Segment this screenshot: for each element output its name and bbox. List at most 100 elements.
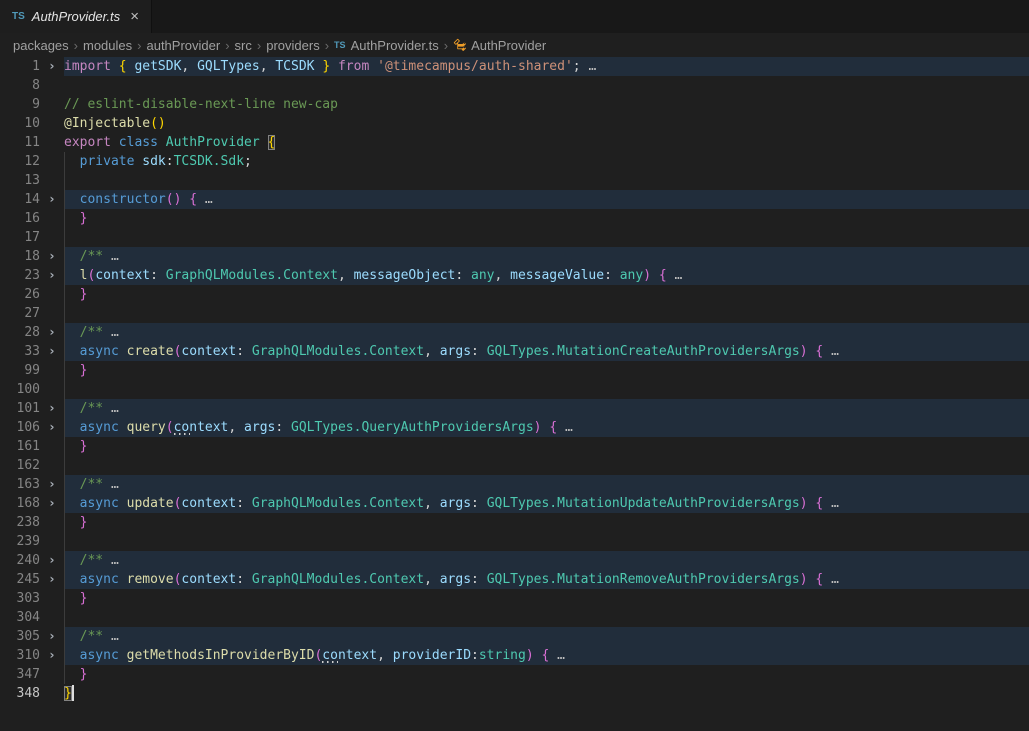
indent-guide <box>64 285 65 304</box>
close-icon[interactable]: × <box>130 8 139 25</box>
indent-guide <box>64 551 65 570</box>
code-token <box>64 553 80 568</box>
code-line[interactable]: 303 } <box>0 589 1029 608</box>
fold-chevron-icon[interactable]: › <box>40 342 64 361</box>
code-line[interactable]: 305› /** … <box>0 627 1029 646</box>
code-line[interactable]: 99 } <box>0 361 1029 380</box>
code-line[interactable]: 26 } <box>0 285 1029 304</box>
indent-guide <box>64 418 65 437</box>
fold-chevron-icon[interactable]: › <box>40 418 64 437</box>
code-line[interactable]: 27 <box>0 304 1029 323</box>
code-line[interactable]: 310› async getMethodsInProviderByID(cont… <box>0 646 1029 665</box>
code-token: context <box>174 420 229 435</box>
code-token: /** <box>80 401 103 416</box>
fold-chevron-icon[interactable]: › <box>40 190 64 209</box>
indent-guide <box>64 361 65 380</box>
code-line[interactable]: 9// eslint-disable-next-line new-cap <box>0 95 1029 114</box>
breadcrumb-label: modules <box>83 38 132 53</box>
fold-chevron-icon[interactable]: › <box>40 475 64 494</box>
code-token: context <box>181 572 236 587</box>
code-line[interactable]: 347 } <box>0 665 1029 684</box>
fold-chevron-icon[interactable]: › <box>40 551 64 570</box>
code-token <box>651 268 659 283</box>
code-line[interactable]: 28› /** … <box>0 323 1029 342</box>
line-number: 163 <box>0 475 40 494</box>
code-line[interactable]: 33› async create(context: GraphQLModules… <box>0 342 1029 361</box>
code-line[interactable]: 304 <box>0 608 1029 627</box>
indent-guide <box>64 532 65 551</box>
code-line[interactable]: 239 <box>0 532 1029 551</box>
code-line[interactable]: 11export class AuthProvider { <box>0 133 1029 152</box>
code-token: ) <box>800 344 808 359</box>
fold-chevron-icon[interactable]: › <box>40 570 64 589</box>
breadcrumb-item-modules[interactable]: modules <box>83 38 132 53</box>
tab-authprovider[interactable]: TS AuthProvider.ts × <box>0 0 152 33</box>
code-token: string <box>479 648 526 663</box>
indent-guide <box>64 228 65 247</box>
breadcrumb-item-authprovider-ts[interactable]: TSAuthProvider.ts <box>334 38 439 53</box>
breadcrumb: packages›modules›authProvider›src›provid… <box>0 33 1029 57</box>
fold-gutter <box>40 532 64 551</box>
code-line[interactable]: 161 } <box>0 437 1029 456</box>
fold-chevron-icon[interactable]: › <box>40 57 64 76</box>
fold-chevron-icon[interactable]: › <box>40 323 64 342</box>
code-line[interactable]: 10@Injectable() <box>0 114 1029 133</box>
breadcrumb-item-authprovider[interactable]: authProvider <box>146 38 220 53</box>
code-token: AuthProvider <box>166 135 268 150</box>
fold-chevron-icon[interactable]: › <box>40 399 64 418</box>
code-line[interactable]: 12 private sdk:TCSDK.Sdk; <box>0 152 1029 171</box>
code-line[interactable]: 240› /** … <box>0 551 1029 570</box>
code-line[interactable]: 23› l(context: GraphQLModules.Context, m… <box>0 266 1029 285</box>
code-token: () <box>150 116 166 131</box>
code-line[interactable]: 168› async update(context: GraphQLModule… <box>0 494 1029 513</box>
fold-chevron-icon[interactable]: › <box>40 247 64 266</box>
code-line[interactable]: 101› /** … <box>0 399 1029 418</box>
breadcrumb-separator: › <box>325 38 329 53</box>
code-token: context <box>95 268 150 283</box>
breadcrumb-item-providers[interactable]: providers <box>266 38 319 53</box>
fold-chevron-icon[interactable]: › <box>40 627 64 646</box>
code-token: ) <box>526 648 534 663</box>
fold-chevron-icon[interactable]: › <box>40 646 64 665</box>
code-token: } <box>322 59 330 74</box>
code-token: export <box>64 135 119 150</box>
code-token: async <box>80 572 127 587</box>
code-token: private <box>80 154 143 169</box>
indent-guide <box>64 190 65 209</box>
breadcrumb-separator: › <box>74 38 78 53</box>
code-line[interactable]: 1›import { getSDK, GQLTypes, TCSDK } fro… <box>0 57 1029 76</box>
code-line[interactable]: 17 <box>0 228 1029 247</box>
code-token: : <box>236 496 252 511</box>
code-line[interactable]: 100 <box>0 380 1029 399</box>
code-text: /** … <box>64 399 1029 418</box>
line-number: 310 <box>0 646 40 665</box>
code-line[interactable]: 13 <box>0 171 1029 190</box>
code-token: : <box>471 648 479 663</box>
code-text: } <box>64 361 1029 380</box>
code-token: TCSDK <box>275 59 322 74</box>
code-line[interactable]: 14› constructor() { … <box>0 190 1029 209</box>
code-token: // eslint-disable-next-line new-cap <box>64 97 338 112</box>
code-line[interactable]: 245› async remove(context: GraphQLModule… <box>0 570 1029 589</box>
fold-chevron-icon[interactable]: › <box>40 266 64 285</box>
code-line[interactable]: 238 } <box>0 513 1029 532</box>
code-area[interactable]: 1›import { getSDK, GQLTypes, TCSDK } fro… <box>0 57 1029 731</box>
code-line[interactable]: 18› /** … <box>0 247 1029 266</box>
code-line[interactable]: 106› async query(context, args: GQLTypes… <box>0 418 1029 437</box>
code-token <box>64 192 80 207</box>
breadcrumb-item-packages[interactable]: packages <box>13 38 69 53</box>
code-line[interactable]: 16 } <box>0 209 1029 228</box>
code-token: ) <box>800 572 808 587</box>
fold-chevron-icon[interactable]: › <box>40 494 64 513</box>
code-line[interactable]: 163› /** … <box>0 475 1029 494</box>
code-line[interactable]: 162 <box>0 456 1029 475</box>
code-line[interactable]: 8 <box>0 76 1029 95</box>
code-line[interactable]: 348} <box>0 684 1029 703</box>
breadcrumb-item-src[interactable]: src <box>235 38 252 53</box>
indent-guide <box>64 209 65 228</box>
code-token <box>64 249 80 264</box>
code-token: args <box>440 496 471 511</box>
code-token: … <box>103 553 119 568</box>
code-token: … <box>103 249 119 264</box>
breadcrumb-item-authprovider[interactable]: AuthProvider <box>453 38 546 53</box>
